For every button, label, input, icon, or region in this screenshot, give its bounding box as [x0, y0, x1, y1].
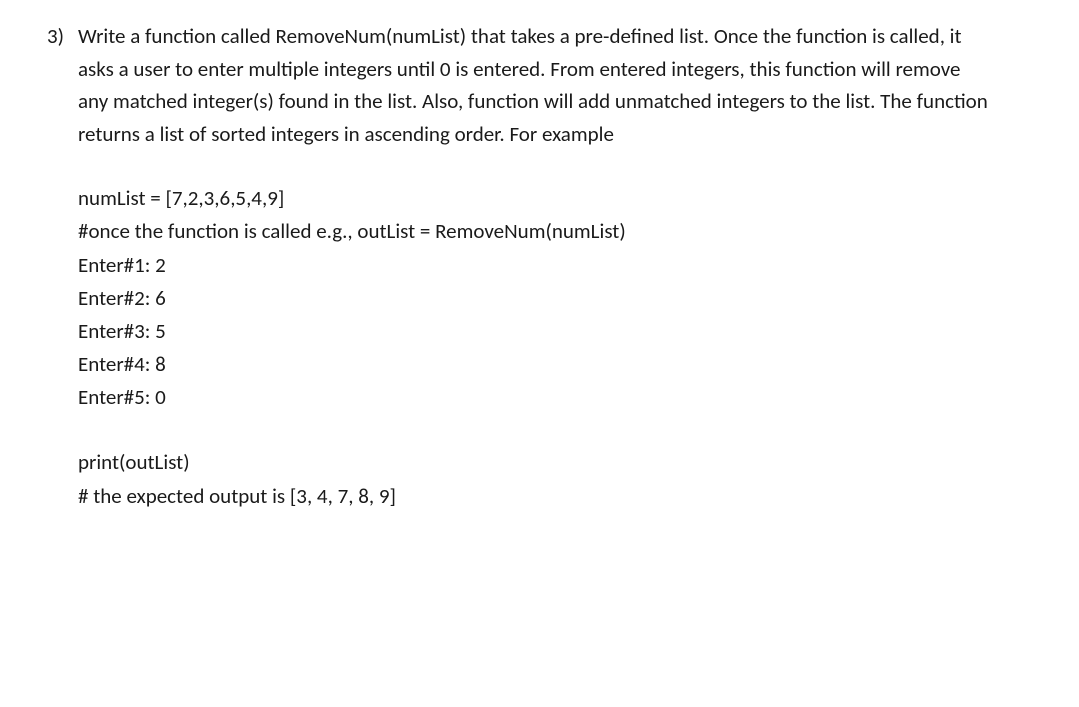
example-code-block: numList = [7,2,3,6,5,4,9] #once the func… — [78, 182, 989, 414]
question-body: Write a function called RemoveNum(numLis… — [78, 20, 1079, 513]
spacer — [78, 414, 989, 446]
code-line: numList = [7,2,3,6,5,4,9] — [78, 182, 989, 215]
code-line: # the expected output is [3, 4, 7, 8, 9] — [78, 480, 989, 513]
question-number: 3) — [28, 20, 78, 513]
code-line: Enter#3: 5 — [78, 315, 989, 348]
code-line: print(outList) — [78, 446, 989, 479]
code-line: Enter#1: 2 — [78, 249, 989, 282]
code-line: #once the function is called e.g., outLi… — [78, 215, 989, 248]
question-description: Write a function called RemoveNum(numLis… — [78, 20, 989, 150]
code-line: Enter#2: 6 — [78, 282, 989, 315]
question-container: 3) Write a function called RemoveNum(num… — [0, 20, 1079, 513]
code-line: Enter#5: 0 — [78, 381, 989, 414]
code-line: Enter#4: 8 — [78, 348, 989, 381]
output-code-block: print(outList) # the expected output is … — [78, 446, 989, 512]
